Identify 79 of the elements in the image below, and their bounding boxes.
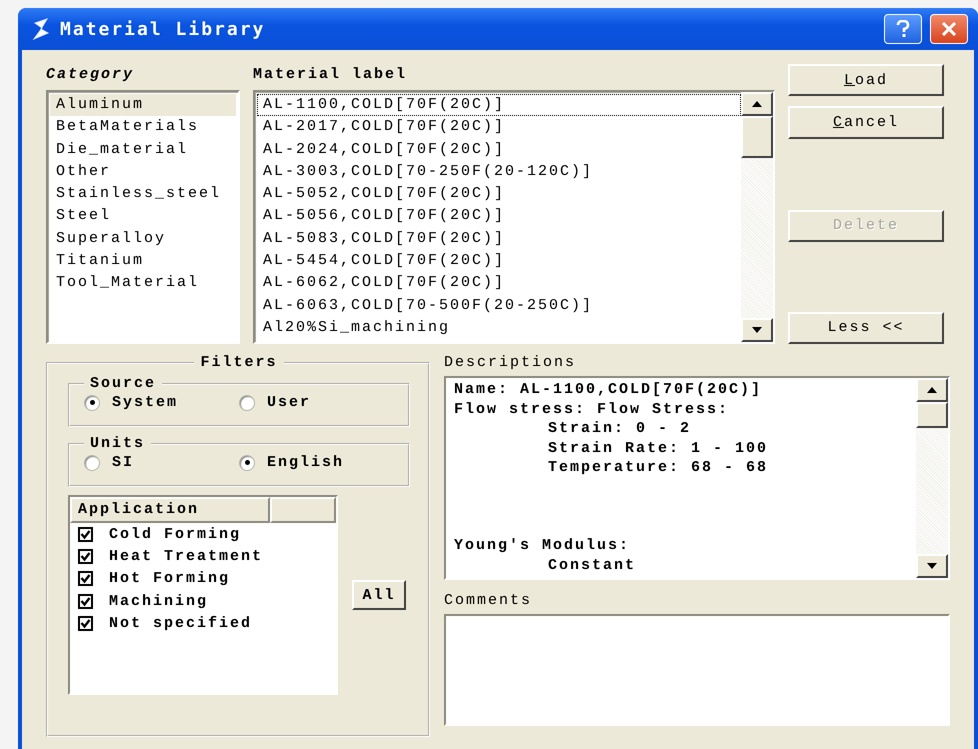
description-line: Flow stress: Flow Stress: [454,400,730,419]
description-line: Constant [547,556,638,575]
material-list[interactable] [253,90,775,344]
application-label: Not specified [109,614,252,632]
help-icon [896,20,910,38]
scroll-down-button[interactable] [741,318,773,342]
column-header[interactable] [270,497,336,523]
category-item[interactable]: BetaMaterials [50,116,236,139]
category-item[interactable]: Tool_Material [50,272,236,295]
descriptions-label: Descriptions [444,354,578,373]
scrollbar[interactable] [741,92,773,342]
material-item[interactable]: AL-2017,COLD[70F(20C)] [257,116,741,139]
descriptions-box[interactable]: Name: AL-1100,COLD[70F(20C)] Flow stress: Flow Stress: Strain: 0 - 2 Strain Rate: 1 - 100 Temperature: 68 - 68 Young's Modulus: Constant [444,376,950,580]
category-list[interactable]: Aluminum BetaMaterials Die_material Other Stainless_steel Steel Superalloy Titanium Tool_Material [46,90,240,344]
checkbox[interactable] [78,571,93,586]
category-item[interactable]: Other [50,160,236,184]
application-list[interactable]: Application Cold Forming Heat Treatment Hot Forming Machining Not specified [68,495,338,695]
up-arrow-icon [927,387,937,393]
radio-button[interactable] [84,454,100,470]
material-item[interactable]: AL-6062,COLD[70F(20C)] [257,272,741,295]
comments-label: Comments [444,592,534,611]
scrollbar[interactable] [916,378,948,578]
material-item[interactable]: AL-6063,COLD[70-500F(20-250C)] [257,294,741,317]
category-item[interactable]: Steel [50,205,236,228]
material-item[interactable]: AL-2024,COLD[70F(20C)] [257,138,741,161]
description-line: Young's Modulus: [454,536,632,556]
all-button[interactable]: All [352,580,406,610]
close-icon [942,22,956,36]
category-item[interactable]: Stainless_steel [50,183,236,206]
filters-title: Filters [199,354,278,371]
material-label: Material label [253,65,408,85]
material-item[interactable]: AL-5056,COLD[70F(20C)] [257,205,741,228]
application-label: Cold Forming [109,526,242,543]
checkbox[interactable] [78,548,93,564]
description-line: Strain: 0 - 2 [547,419,692,438]
help-button[interactable] [884,14,922,44]
material-item[interactable]: AL-1100,COLD[70F(20C)] [257,94,741,116]
dialog-button[interactable]: Less << [788,312,944,344]
material-item[interactable]: AL-3003,COLD[70-250F(20-120C)] [257,160,741,184]
application-label: Machining [109,592,208,610]
comments-field[interactable] [444,614,950,726]
radio-label: SI [112,454,134,471]
material-item[interactable]: Al20%Si_machining [257,316,741,340]
category-item[interactable]: Titanium [50,250,236,272]
scroll-down-button[interactable] [916,554,948,578]
scroll-up-button[interactable] [741,92,773,116]
material-item[interactable]: AL-5454,COLD[70F(20C)] [257,250,741,272]
close-button[interactable] [930,14,968,44]
application-label: Hot Forming [109,570,230,588]
scroll-thumb[interactable] [916,402,948,428]
scroll-thumb[interactable] [741,116,773,158]
window-title: Material Library [60,18,266,40]
dialog-button[interactable]: Cancel [788,106,944,138]
radio-label: English [267,454,344,471]
source-title: Source [89,375,158,392]
material-item[interactable]: AL-5083,COLD[70F(20C)] [257,228,741,250]
units-title: Units [89,435,146,452]
application-label: Heat Treatment [109,548,264,565]
radio-label: System [112,394,178,411]
down-arrow-icon [927,563,937,569]
description-line: Temperature: 68 - 68 [547,458,770,478]
column-header[interactable]: Application [70,497,270,523]
radio-button[interactable] [84,394,100,410]
radio-button[interactable] [239,394,255,410]
scroll-up-button[interactable] [916,378,948,402]
checkbox[interactable] [78,526,93,542]
category-item[interactable]: Superalloy [50,228,236,250]
category-item[interactable]: Aluminum [50,94,236,116]
radio-button[interactable] [239,454,255,470]
down-arrow-icon [752,327,762,333]
material-item[interactable]: AL-5052,COLD[70F(20C)] [257,183,741,206]
description-line: Name: AL-1100,COLD[70F(20C)] [454,380,764,400]
checkbox[interactable] [78,616,93,631]
radio-label: User [267,394,312,411]
description-line: Strain Rate: 1 - 100 [547,438,770,458]
category-label: Category [46,65,136,85]
up-arrow-icon [752,101,762,107]
category-item[interactable]: Die_material [50,138,236,161]
checkbox[interactable] [78,594,93,609]
